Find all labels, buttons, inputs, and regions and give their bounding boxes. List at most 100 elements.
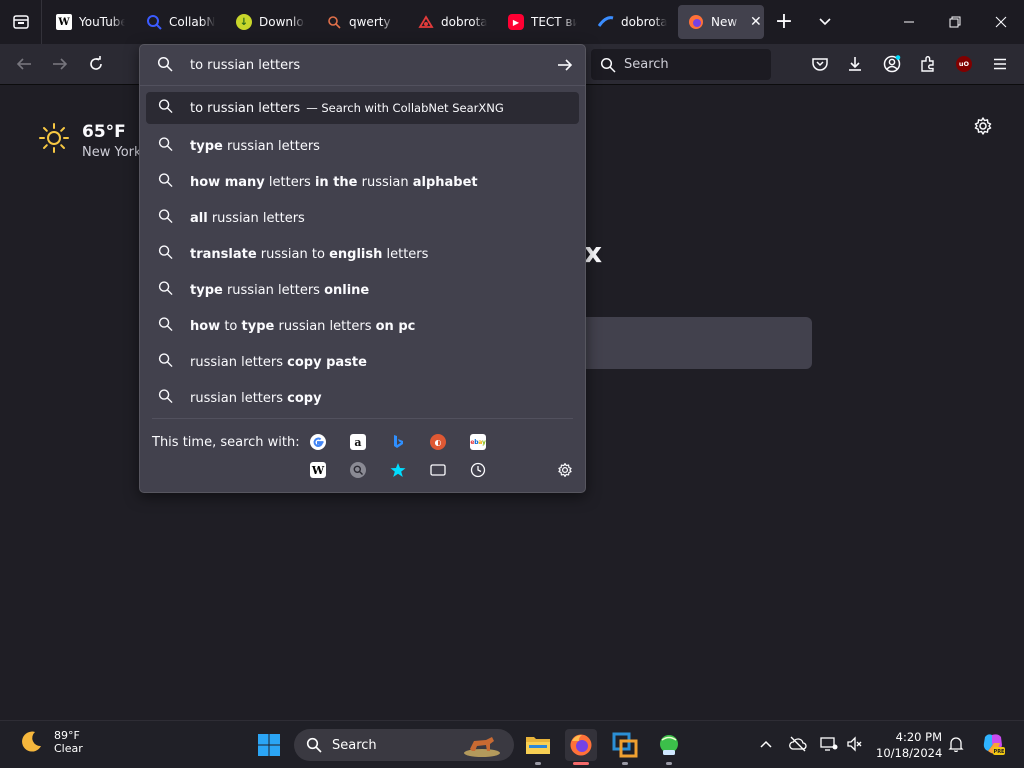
search-suggestion[interactable]: russian letters copy paste <box>146 344 579 380</box>
newtab-search-field[interactable] <box>586 317 812 369</box>
suggestion-part: russian <box>357 174 413 190</box>
bing-engine-button[interactable] <box>389 433 407 451</box>
search-suggestion[interactable]: translate russian to english letters <box>146 236 579 272</box>
search-suggestion[interactable]: type russian letters online <box>146 272 579 308</box>
search-icon <box>157 56 173 76</box>
new-tab-button[interactable]: + <box>772 11 796 35</box>
reload-button[interactable] <box>86 54 106 74</box>
show-hidden-icons-button[interactable] <box>757 735 775 753</box>
taskbar-search-label: Search <box>332 737 377 753</box>
onedrive-tray-button[interactable] <box>789 735 807 753</box>
search-settings-button[interactable] <box>556 461 574 479</box>
tab-title: CollabNet <box>169 15 215 29</box>
list-all-tabs-button[interactable] <box>815 12 835 32</box>
tabs-search-button[interactable] <box>429 461 447 479</box>
volume-tray-button[interactable] <box>846 735 864 753</box>
virtual-machine-icon <box>612 732 638 758</box>
searxng-engine-button[interactable] <box>349 461 367 479</box>
amazon-engine-button[interactable]: a <box>349 433 367 451</box>
suggestion-text: translate russian to english letters <box>190 247 428 262</box>
tab-download[interactable]: ↓ Download <box>226 5 308 39</box>
tab-test-video[interactable]: ▶ ТЕСТ ви <box>498 5 582 39</box>
network-tray-button[interactable] <box>820 735 838 753</box>
go-arrow-icon[interactable] <box>556 56 574 78</box>
tab-dobrota[interactable]: dobrota <box>408 5 492 39</box>
youtube-icon: ▶ <box>508 14 524 30</box>
back-button[interactable] <box>14 54 34 74</box>
running-indicator <box>535 762 541 765</box>
wikipedia-engine-button[interactable]: W <box>309 461 327 479</box>
firefox-icon <box>570 734 592 756</box>
taskbar-weather[interactable]: 89°F Clear <box>18 729 83 755</box>
heuristic-result[interactable]: to russian letters — Search with CollabN… <box>146 92 579 124</box>
forward-button[interactable] <box>50 54 70 74</box>
search-icon <box>158 209 173 228</box>
search-icon <box>158 317 173 336</box>
taskbar-vpn-app[interactable] <box>653 729 685 765</box>
suggestion-part: russian letters <box>190 390 288 406</box>
tab-qwerty[interactable]: qwerty <box>316 5 398 39</box>
ebay-engine-button[interactable]: ebay <box>469 433 487 451</box>
close-window-button[interactable] <box>978 0 1024 44</box>
tab-collabnet[interactable]: CollabNet <box>136 5 218 39</box>
downloads-button[interactable] <box>845 54 865 74</box>
bookmarks-search-button[interactable] <box>389 461 407 479</box>
suggestion-part: russian letters <box>222 282 325 298</box>
weather-widget[interactable]: 65°F New York <box>38 122 142 160</box>
google-engine-button[interactable] <box>309 433 327 451</box>
search-icon <box>158 173 173 192</box>
oneoff-label: This time, search with: <box>152 435 300 450</box>
notifications-button[interactable] <box>947 735 965 753</box>
search-suggestion[interactable]: how to type russian letters on pc <box>146 308 579 344</box>
search-suggestion[interactable]: type russian letters <box>146 128 579 164</box>
restore-button[interactable] <box>932 0 978 44</box>
taskbar-weather-temp: 89°F <box>54 729 80 742</box>
windows-taskbar: 89°F Clear Search 4:20 PM 10/18/2024 PRE <box>0 720 1024 768</box>
green-globe-icon <box>660 735 678 755</box>
taskbar-firefox[interactable] <box>565 729 597 765</box>
history-search-button[interactable] <box>469 461 487 479</box>
search-icon <box>158 281 173 300</box>
app-menu-button[interactable] <box>990 54 1010 74</box>
taskbar-clock[interactable]: 4:20 PM 10/18/2024 <box>876 729 942 761</box>
restore-icon <box>949 16 961 28</box>
urlbar-input[interactable] <box>190 54 540 76</box>
search-suggestion[interactable]: russian letters copy <box>146 380 579 416</box>
suggestion-bold-part: type <box>190 282 223 298</box>
tab-new-tab[interactable]: New T ✕ <box>678 5 764 39</box>
ublock-origin-icon: uO <box>956 56 972 72</box>
suggestion-bold-part: copy <box>287 390 322 406</box>
search-icon <box>306 737 322 753</box>
tab-youtube[interactable]: W YouTube <box>46 5 128 39</box>
heuristic-text: to russian letters <box>190 100 301 116</box>
minimize-button[interactable] <box>886 0 932 44</box>
ublock-button[interactable]: uO <box>954 54 974 74</box>
search-suggestion[interactable]: how many letters in the russian alphabet <box>146 164 579 200</box>
search-icon <box>158 137 173 156</box>
folder-icon <box>526 737 550 754</box>
tab-dobrota-2[interactable]: dobrota <box>588 5 672 39</box>
extensions-button[interactable] <box>918 54 938 74</box>
taskbar-virtual-machine[interactable] <box>609 729 641 765</box>
hamburger-menu-icon <box>994 58 1006 70</box>
duckduckgo-engine-button[interactable]: ◐ <box>429 433 447 451</box>
close-tab-icon[interactable]: ✕ <box>750 14 762 30</box>
account-button[interactable] <box>882 54 902 74</box>
volume-muted-icon <box>847 736 862 752</box>
search-suggestion[interactable]: all russian letters <box>146 200 579 236</box>
taskbar-file-explorer[interactable] <box>522 729 554 765</box>
arrow-left-icon <box>16 58 31 70</box>
suggestion-bold-part: translate <box>190 246 257 262</box>
dobrota-icon <box>418 14 434 30</box>
newtab-settings-button[interactable] <box>973 116 993 136</box>
firefox-view-button[interactable] <box>0 0 42 44</box>
start-button[interactable] <box>253 729 285 761</box>
pocket-button[interactable] <box>810 54 830 74</box>
tab-title: New T <box>711 15 741 29</box>
windows-logo-icon <box>258 734 280 756</box>
toolbar-search-box[interactable]: Search <box>591 49 771 80</box>
wikipedia-icon: W <box>56 14 72 30</box>
firefox-view-icon <box>12 15 29 29</box>
copilot-button[interactable]: PRE <box>980 731 1006 757</box>
taskbar-search[interactable]: Search <box>294 729 514 761</box>
